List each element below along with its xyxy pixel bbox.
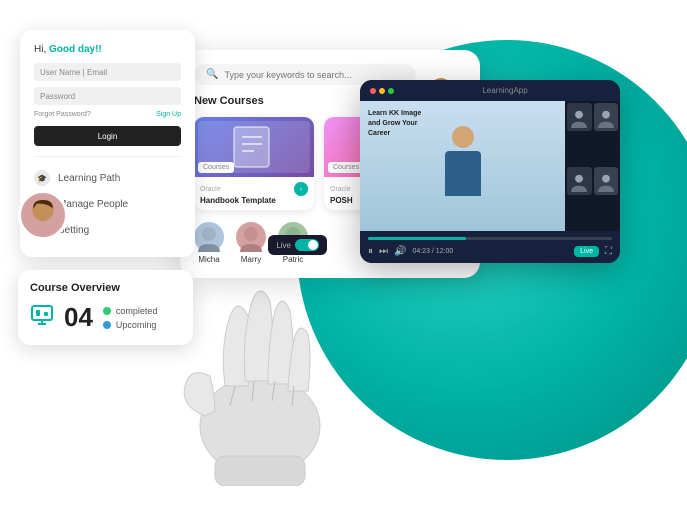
greeting-highlight: Good day!!: [49, 44, 102, 55]
completed-label: completed: [103, 306, 158, 316]
video-sidebar: [565, 101, 620, 231]
live-button[interactable]: Live: [574, 246, 599, 257]
progress-fill: [368, 237, 466, 240]
controls-row: ⏸ ⏭ 🔊 04:23 / 12:00 Live ⛶: [368, 246, 612, 257]
person-3-name: Patric: [283, 255, 303, 264]
upcoming-dot: [103, 321, 111, 329]
presenter-body: [445, 151, 481, 196]
thumb-1[interactable]: [567, 103, 592, 131]
toggle-label: Live: [276, 241, 291, 250]
course-1-sublabel: Oracle: [200, 186, 221, 193]
video-main: Learn KK Imageand Grow YourCareer: [360, 101, 620, 231]
scene: Hi, Good day!! User Name | Email Passwor…: [0, 0, 687, 506]
sign-up-link[interactable]: Sign Up: [156, 111, 181, 118]
toggle-switch-row: Live: [268, 235, 327, 255]
user-avatar: [18, 190, 68, 240]
presenter-figure: [438, 126, 488, 206]
window-controls: [370, 88, 394, 94]
username-field[interactable]: User Name | Email: [34, 63, 181, 81]
course-count: 04: [64, 302, 93, 333]
course-thumb-1: Courses: [194, 117, 314, 177]
course-2-sublabel: Oracle: [330, 186, 351, 193]
person-1[interactable]: Micha: [194, 222, 224, 264]
skip-btn[interactable]: ⏭: [379, 246, 388, 257]
live-toggle[interactable]: [295, 239, 319, 251]
course-1-arrow[interactable]: ›: [294, 182, 308, 196]
person-1-avatar: [194, 222, 224, 252]
course-2-label: Courses: [328, 162, 364, 173]
video-presenter: Learn KK Imageand Grow YourCareer: [360, 101, 565, 231]
learning-path-icon: 🎓: [34, 170, 50, 186]
thumb-2[interactable]: [594, 103, 619, 131]
progress-bar[interactable]: [368, 237, 612, 240]
video-title: LearningApp: [400, 86, 610, 95]
course-1-title: Handbook Template: [200, 196, 308, 205]
video-controls: ⏸ ⏭ 🔊 04:23 / 12:00 Live ⛶: [360, 231, 620, 263]
volume-icon: 🔊: [394, 246, 406, 257]
play-pause-btn[interactable]: ⏸: [368, 246, 373, 257]
minimize-btn[interactable]: [379, 88, 385, 94]
nav-label-learning: Learning Path: [58, 173, 120, 184]
nav-label-manage: Manage People: [58, 199, 128, 210]
course-overview-title: Course Overview: [30, 282, 181, 294]
forgot-password-link[interactable]: Forgot Password?: [34, 111, 91, 118]
maximize-btn[interactable]: [388, 88, 394, 94]
avatar-container: [18, 190, 68, 240]
password-field[interactable]: Password: [34, 87, 181, 105]
greeting-text: Hi, Good day!!: [34, 44, 181, 55]
video-header: LearningApp: [360, 80, 620, 101]
nav-learning-path[interactable]: 🎓 Learning Path: [34, 165, 181, 191]
thumb-3[interactable]: [567, 167, 592, 195]
search-icon: 🔍: [206, 69, 218, 80]
search-input[interactable]: [224, 70, 404, 80]
person-2[interactable]: Marry: [236, 222, 266, 264]
course-overview-card: Course Overview 04 completed: [18, 270, 193, 345]
fullscreen-icon[interactable]: ⛶: [605, 246, 612, 257]
close-btn[interactable]: [370, 88, 376, 94]
person-2-name: Marry: [241, 255, 261, 264]
completed-dot: [103, 307, 111, 315]
video-player-card: LearningApp Learn KK Imageand Grow YourC…: [360, 80, 620, 263]
login-button[interactable]: Login: [34, 126, 181, 146]
video-content: Learn KK Imageand Grow YourCareer: [360, 101, 565, 231]
course-1-label: Courses: [198, 162, 234, 173]
person-2-avatar: [236, 222, 266, 252]
presenter-head: [452, 126, 474, 148]
course-stats-icon: [30, 303, 54, 333]
thumb-4[interactable]: [594, 167, 619, 195]
upcoming-label: Upcoming: [103, 320, 158, 330]
video-text-overlay: Learn KK Imageand Grow YourCareer: [368, 109, 421, 138]
time-display: 04:23 / 12:00: [412, 248, 453, 255]
course-1-info: Oracle › Handbook Template: [194, 177, 314, 210]
person-1-name: Micha: [198, 255, 219, 264]
course-card-1[interactable]: Courses Oracle › Handbook Template: [194, 117, 314, 210]
